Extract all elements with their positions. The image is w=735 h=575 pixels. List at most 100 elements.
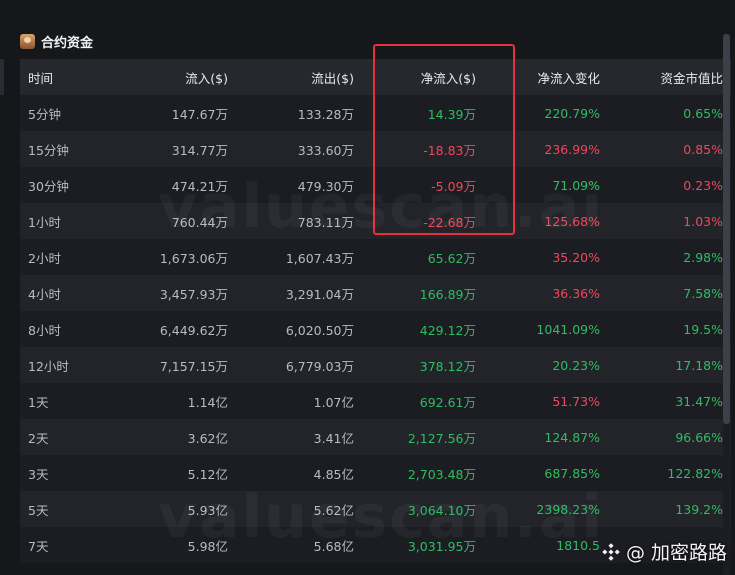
cell-net-change: 220.79% — [544, 105, 600, 121]
cell-outflow: 3.41亿 — [313, 430, 354, 446]
cell-inflow: 1.14亿 — [187, 394, 228, 410]
cell-market-cap-ratio: 0.65% — [683, 105, 723, 121]
avatar-icon — [20, 33, 35, 49]
cell-net-change: 2398.23% — [536, 501, 600, 517]
cell-time: 30分钟 — [28, 178, 69, 194]
cell-market-cap-ratio: 19.5% — [683, 321, 723, 337]
cell-inflow: 1,673.06万 — [159, 250, 228, 266]
cell-outflow: 3,291.04万 — [285, 286, 354, 302]
column-header-net-inflow[interactable]: 净流入($) — [354, 59, 476, 95]
table-row[interactable]: 4小时 3,457.93万 3,291.04万 166.89万 36.36% 7.58% — [20, 275, 731, 311]
column-header-time[interactable]: 时间 — [20, 59, 128, 95]
cell-outflow: 6,779.03万 — [285, 358, 354, 374]
cell-inflow: 5.98亿 — [187, 538, 228, 554]
table-row[interactable]: 15分钟 314.77万 333.60万 -18.83万 236.99% 0.85% — [20, 131, 731, 167]
column-header-outflow[interactable]: 流出($) — [228, 59, 354, 95]
cell-net-inflow: 3,064.10万 — [407, 502, 476, 518]
cell-outflow: 6,020.50万 — [285, 322, 354, 338]
cell-time: 1小时 — [28, 214, 61, 230]
column-header-inflow[interactable]: 流入($) — [128, 59, 228, 95]
cell-inflow: 147.67万 — [171, 106, 228, 122]
column-header-net-change[interactable]: 净流入变化 — [476, 59, 600, 95]
cell-market-cap-ratio: 17.18% — [675, 357, 723, 373]
fund-flow-table: 时间 流入($) 流出($) 净流入($) 净流入变化 资金市值比 5分钟 147… — [20, 59, 731, 563]
cell-net-change: 71.09% — [552, 177, 600, 193]
cell-net-change: 20.23% — [552, 357, 600, 373]
cell-inflow: 3.62亿 — [187, 430, 228, 446]
panel-header: 合约资金 — [20, 30, 93, 52]
cell-net-change: 51.73% — [552, 393, 600, 409]
binance-diamond-icon — [602, 542, 620, 561]
cell-time: 1天 — [28, 394, 49, 410]
cell-net-inflow: 166.89万 — [419, 286, 476, 302]
cell-time: 2小时 — [28, 250, 61, 266]
cell-net-inflow: 378.12万 — [419, 358, 476, 374]
cell-net-change: 124.87% — [544, 429, 600, 445]
cell-outflow: 5.62亿 — [313, 502, 354, 518]
cell-time: 12小时 — [28, 358, 69, 374]
cell-net-change: 125.68% — [544, 213, 600, 229]
cell-net-inflow: 65.62万 — [427, 250, 476, 266]
table-row[interactable]: 8小时 6,449.62万 6,020.50万 429.12万 1041.09% 19.5… — [20, 311, 731, 347]
cell-inflow: 6,449.62万 — [159, 322, 228, 338]
cell-net-inflow: 3,031.95万 — [407, 538, 476, 554]
table-row[interactable]: 1天 1.14亿 1.07亿 692.61万 51.73% 31.47% — [20, 383, 731, 419]
author-signature: @ 加密路路 — [601, 538, 727, 565]
scrollbar-thumb[interactable] — [723, 34, 730, 424]
cell-net-inflow: 14.39万 — [427, 106, 476, 122]
cell-net-inflow: 429.12万 — [419, 322, 476, 338]
cell-net-change: 687.85% — [544, 465, 600, 481]
cell-inflow: 3,457.93万 — [159, 286, 228, 302]
side-strip — [0, 59, 4, 95]
table-row[interactable]: 12小时 7,157.15万 6,779.03万 378.12万 20.23% 17.18… — [20, 347, 731, 383]
cell-time: 15分钟 — [28, 142, 69, 158]
cell-inflow: 7,157.15万 — [159, 358, 228, 374]
cell-market-cap-ratio: 31.47% — [675, 393, 723, 409]
cell-market-cap-ratio: 0.23% — [683, 177, 723, 193]
table-row[interactable]: 2小时 1,673.06万 1,607.43万 65.62万 35.20% 2.98% — [20, 239, 731, 275]
cell-market-cap-ratio: 1.03% — [683, 213, 723, 229]
cell-net-change: 1041.09% — [536, 321, 600, 337]
cell-time: 4小时 — [28, 286, 61, 302]
table-row[interactable]: 2天 3.62亿 3.41亿 2,127.56万 124.87% 96.66% — [20, 419, 731, 455]
cell-inflow: 760.44万 — [171, 214, 228, 230]
table-row[interactable]: 5天 5.93亿 5.62亿 3,064.10万 2398.23% 139.2% — [20, 491, 731, 527]
cell-net-inflow: -18.83万 — [423, 142, 476, 158]
cell-time: 2天 — [28, 430, 49, 446]
cell-time: 8小时 — [28, 322, 61, 338]
cell-inflow: 314.77万 — [171, 142, 228, 158]
cell-inflow: 5.12亿 — [187, 466, 228, 482]
cell-net-inflow: 692.61万 — [419, 394, 476, 410]
cell-outflow: 783.11万 — [297, 214, 354, 230]
cell-time: 7天 — [28, 538, 49, 554]
panel-title: 合约资金 — [41, 35, 94, 51]
cell-net-change: 36.36% — [552, 285, 600, 301]
cell-net-change: 35.20% — [552, 249, 600, 265]
cell-net-change: 236.99% — [544, 141, 600, 157]
cell-net-inflow: -5.09万 — [431, 178, 476, 194]
cell-market-cap-ratio: 7.58% — [683, 285, 723, 301]
table-row[interactable]: 30分钟 474.21万 479.30万 -5.09万 71.09% 0.23% — [20, 167, 731, 203]
table-header-row: 时间 流入($) 流出($) 净流入($) 净流入变化 资金市值比 — [20, 59, 731, 95]
cell-time: 5天 — [28, 502, 49, 518]
cell-net-inflow: -22.68万 — [423, 214, 476, 230]
cell-outflow: 1,607.43万 — [285, 250, 354, 266]
cell-net-inflow: 2,703.48万 — [407, 466, 476, 482]
cell-time: 3天 — [28, 466, 49, 482]
table-row[interactable]: 5分钟 147.67万 133.28万 14.39万 220.79% 0.65% — [20, 95, 731, 131]
cell-inflow: 5.93亿 — [187, 502, 228, 518]
table-row[interactable]: 1小时 760.44万 783.11万 -22.68万 125.68% 1.03% — [20, 203, 731, 239]
cell-outflow: 133.28万 — [297, 106, 354, 122]
cell-market-cap-ratio: 139.2% — [675, 501, 723, 517]
cell-net-change: 1810.5 — [556, 537, 600, 553]
cell-net-inflow: 2,127.56万 — [407, 430, 476, 446]
column-header-market-cap-ratio[interactable]: 资金市值比 — [600, 59, 731, 95]
cell-market-cap-ratio: 96.66% — [675, 429, 723, 445]
table-row[interactable]: 3天 5.12亿 4.85亿 2,703.48万 687.85% 122.82% — [20, 455, 731, 491]
cell-outflow: 4.85亿 — [313, 466, 354, 482]
contract-funds-panel: 合约资金 时间 流入($) 流出($) 净流入($) 净流入变化 资金市值比 5… — [0, 0, 735, 575]
table-body: 5分钟 147.67万 133.28万 14.39万 220.79% 0.65% 15分钟 3… — [20, 95, 731, 563]
cell-market-cap-ratio: 0.85% — [683, 141, 723, 157]
cell-time: 5分钟 — [28, 106, 61, 122]
cell-outflow: 5.68亿 — [313, 538, 354, 554]
